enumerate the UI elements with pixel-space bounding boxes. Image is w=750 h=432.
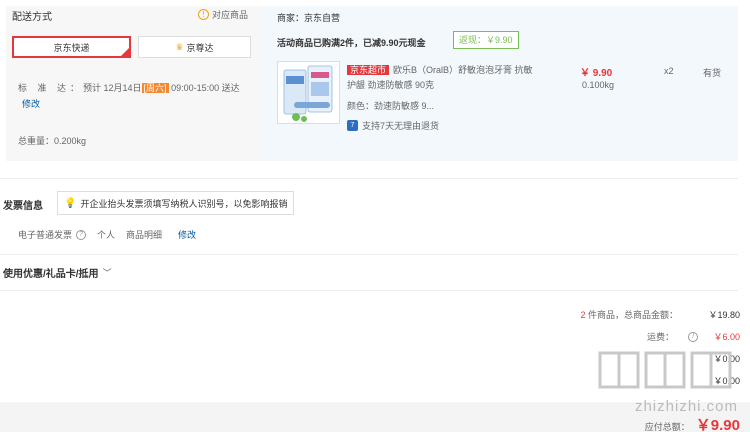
return-policy-icon: 7 (347, 120, 358, 131)
product-color: 颜色：劲速防敏感 9... (347, 101, 435, 111)
goods-total: ￥19.80 (708, 310, 740, 320)
eta-modify-link[interactable]: 修改 (22, 99, 40, 109)
total-weight: 总重量：0.200kg (18, 136, 87, 146)
seller-name: 商家：京东自营 (277, 13, 341, 23)
eta-date: 预计 12月14日 (83, 83, 142, 93)
delivery-option-label: 京东快递 (53, 42, 90, 53)
corresponding-products-label: 对应商品 (212, 10, 249, 20)
product-name[interactable]: 京东超市 欧乐B（OralB）舒敏泡泡牙膏 抗敏护龈 劲速防敏感 90克 (347, 63, 537, 93)
info-icon: ! (198, 9, 209, 20)
summary-total-row: 2 件商品，总商品金额： ￥19.80 (580, 308, 740, 321)
divider (0, 290, 738, 291)
coupon-toggle[interactable]: 使用优惠/礼品卡/抵用 ﹀ (3, 265, 112, 280)
divider (0, 178, 738, 179)
watermark-logo (598, 351, 732, 389)
payable-label: 应付总额： (644, 422, 690, 432)
item-weight: 0.100kg (582, 80, 615, 90)
payable-total: 应付总额： ￥9.90 (645, 414, 740, 432)
return-policy: 7 支持7天无理由退货 (347, 119, 439, 132)
toothpaste-image (278, 62, 339, 123)
corresponding-products-link[interactable]: ! 对应商品 (198, 8, 248, 21)
invoice-details: 电子普通发票 ? 个人 商品明细 修改 (18, 228, 207, 241)
invoice-type: 电子普通发票 (18, 230, 73, 240)
delivery-option-jingzunda[interactable]: ♛ 京尊达 (138, 36, 251, 58)
checkout-top-panel: 配送方式 ! 对应商品 京东快递 ♛ 京尊达 标 准 达：预计 12月14日 [周… (0, 0, 738, 162)
divider (0, 254, 738, 255)
eta-time: 09:00-15:00 送达 (171, 83, 240, 93)
chevron-down-icon: ﹀ (102, 268, 112, 278)
jd-supermarket-tag: 京东超市 (347, 65, 390, 75)
item-price: ￥ 9.90 (580, 68, 613, 79)
delivery-title: 配送方式 (12, 12, 52, 23)
crown-icon: ♛ (175, 41, 184, 52)
delivery-eta: 标 准 达：预计 12月14日 [周六] 09:00-15:00 送达 修改 (18, 80, 248, 112)
watermark-text: zhizhizhi.com (634, 398, 738, 415)
lightbulb-icon: 💡 (64, 197, 77, 209)
help-icon[interactable]: ? (76, 229, 87, 240)
payable-amount: ￥9.90 (695, 417, 740, 432)
item-quantity: x2 (664, 66, 674, 76)
rebate-badge: 返现：￥9.90 (453, 31, 519, 49)
invoice-tip-text: 开企业抬头发票须填写纳税人识别号，以免影响报销 (80, 198, 288, 209)
eta-weekday: [周六] (141, 83, 169, 93)
delivery-option-jd-express[interactable]: 京东快递 (12, 36, 131, 58)
delivery-option-label: 京尊达 (186, 42, 214, 53)
invoice-modify-link[interactable]: 修改 (178, 228, 196, 241)
shipping-label: 运费： (646, 332, 674, 342)
item-stock: 有货 (703, 68, 722, 78)
eta-label: 标 准 达： (18, 83, 84, 93)
return-policy-label: 支持7天无理由退货 (362, 121, 440, 131)
invoice-detail: 商品明细 (126, 230, 163, 240)
shipping-info-icon[interactable]: ! (688, 331, 698, 342)
invoice-tip: 💡 开企业抬头发票须填写纳税人识别号，以免影响报销 (57, 191, 295, 215)
product-image[interactable] (277, 61, 340, 124)
summary-shipping-row: 运费： ! ￥6.00 (647, 330, 740, 343)
coupon-title: 使用优惠/礼品卡/抵用 (3, 269, 99, 280)
shipping-fee: ￥6.00 (713, 332, 740, 342)
item-count-label: 件商品，总商品金额： (587, 310, 678, 320)
item-count: 2 (580, 310, 586, 320)
invoice-person: 个人 (97, 230, 116, 240)
promo-text: 活动商品已购满2件，已减9.90元现金 (277, 38, 426, 48)
invoice-title: 发票信息 (3, 201, 43, 212)
